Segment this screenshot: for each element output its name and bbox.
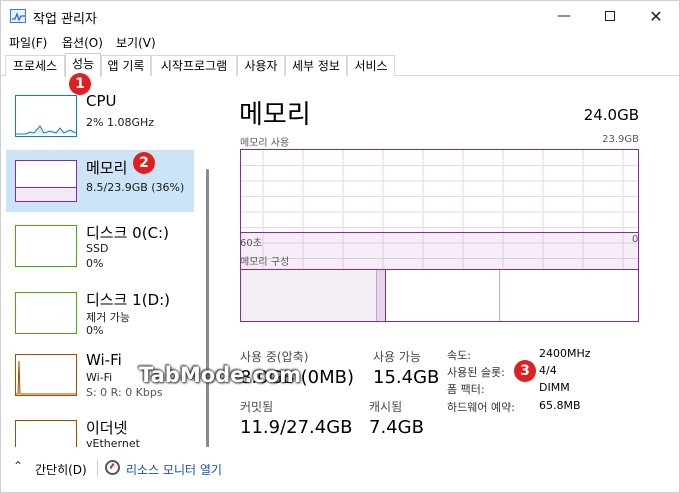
title-bar: 작업 관리자 — ✕ [1,1,679,31]
memory-composition-bar [240,269,639,322]
memory-usage-label: 메모리 사용 [240,138,290,149]
memory-total: 24.0GB [583,106,639,124]
menu-options[interactable]: 옵션(O) [62,34,103,51]
form-factor-label: 폼 팩터: [447,383,485,396]
available-value: 15.4GB [373,367,440,388]
form-factor-value: DIMM [539,381,570,394]
memory-composition-label: 메모리 구성 [240,257,290,268]
sidebar-item-disk-0[interactable]: 디스크 0(C:) SSD 0% [6,215,194,277]
cpu-thumbnail-graph [15,95,77,137]
composition-in-use [241,270,376,321]
composition-modified [376,270,386,321]
sidebar-item-title: 이더넷 [86,419,128,437]
composition-standby-divider [499,270,500,321]
sidebar-item-detail: vEthernet (Default... [86,437,140,447]
cached-value: 7.4GB [369,417,424,438]
sidebar-item-detail: 2% 1.08GHz [86,116,155,129]
tab-details[interactable]: 세부 정보 [285,55,347,76]
disk-0-thumbnail-graph [15,225,77,267]
sidebar-item-title: CPU [86,92,117,110]
time-axis-end: 0 [632,234,639,245]
disk-1-thumbnail-graph [15,292,77,334]
speed-value: 2400MHz [539,347,591,360]
annotation-badge-3: 3 [514,360,536,382]
window-title: 작업 관리자 [33,12,97,27]
speed-label: 속도: [447,349,471,362]
close-icon: ✕ [649,6,663,26]
time-axis-start: 60초 [240,238,262,249]
minimize-button[interactable]: — [541,1,587,31]
sidebar-item-usage: 0% [86,257,104,270]
task-manager-app-icon [10,9,26,23]
sidebar-item-title: 디스크 0(C:) [86,224,169,242]
sidebar-item-detail: SSD [86,242,109,255]
sidebar-scrollbar[interactable] [206,169,209,447]
ethernet-thumbnail-graph [15,420,77,447]
sidebar-item-throughput: S: 0 R: 0 Kbps [86,386,163,399]
footer-divider [97,460,98,476]
tab-users[interactable]: 사용자 [237,55,285,76]
memory-usage-max: 23.9GB [602,134,639,145]
task-manager-window: 작업 관리자 — ✕ 파일(F) 옵션(O) 보기(V) 프로세스 성능 앱 기… [0,0,680,493]
tab-processes[interactable]: 프로세스 [5,55,65,76]
available-label: 사용 가능 [373,350,421,364]
sidebar-item-memory[interactable]: 메모리 8.5/23.9GB (36%) 2 [6,150,194,212]
close-button[interactable]: ✕ [633,1,679,31]
sidebar-item-title: 메모리 [86,159,128,177]
performance-sidebar: CPU 2% 1.08GHz 메모리 8.5/23.9GB (36%) 2 디스… [2,77,216,447]
maximize-icon [605,11,615,21]
page-title: 메모리 [239,100,311,130]
sidebar-item-detail: 8.5/23.9GB (36%) [86,181,185,194]
menu-file[interactable]: 파일(F) [9,34,47,51]
collapse-link[interactable]: 간단히(D) [35,461,87,478]
tab-startup[interactable]: 시작프로그램 [151,55,237,76]
hardware-reserved-label: 하드웨어 예약: [447,401,515,414]
annotation-badge-2: 2 [133,152,155,174]
sidebar-item-cpu[interactable]: CPU 2% 1.08GHz [6,85,194,147]
sidebar-item-usage: 0% [86,324,104,337]
minimize-icon: — [557,8,571,24]
open-resource-monitor-link[interactable]: 리소스 모니터 열기 [126,461,222,478]
menu-bar: 파일(F) 옵션(O) 보기(V) [1,31,679,53]
chevron-up-icon[interactable]: ⌃ [13,459,23,473]
sidebar-item-disk-1[interactable]: 디스크 1(D:) 제거 가능 0% [6,282,194,344]
committed-value: 11.9/27.4GB [240,417,353,438]
wifi-thumbnail-graph [15,354,77,396]
sidebar-item-detail: 제거 가능 [86,311,130,324]
maximize-button[interactable] [587,1,633,31]
slots-used-label: 사용된 슬롯: [447,366,505,379]
sidebar-item-detail: Wi-Fi [86,371,113,384]
menu-view[interactable]: 보기(V) [116,34,156,51]
sidebar-item-title: 디스크 1(D:) [86,291,171,309]
slots-used-value: 4/4 [539,364,557,377]
hardware-reserved-value: 65.8MB [539,399,581,412]
tab-services[interactable]: 서비스 [347,55,395,76]
sidebar-item-title: Wi-Fi [86,351,122,369]
sidebar-item-ethernet[interactable]: 이더넷 vEthernet (Default... [6,410,194,447]
tab-bar: 프로세스 성능 앱 기록 시작프로그램 사용자 세부 정보 서비스 [1,53,679,77]
resource-monitor-icon[interactable] [105,460,120,475]
watermark-text: TabMode.com [139,363,302,387]
memory-thumbnail-graph [15,160,77,202]
cached-label: 캐시됨 [369,400,403,414]
committed-label: 커밋됨 [240,400,274,414]
footer-bar: ⌃ 간단히(D) 리소스 모니터 열기 [1,447,679,492]
tab-app-history[interactable]: 앱 기록 [101,55,151,76]
memory-panel: 메모리 24.0GB 메모리 사용 23.9GB 60초 0 메모리 구성 사용… [221,77,679,447]
